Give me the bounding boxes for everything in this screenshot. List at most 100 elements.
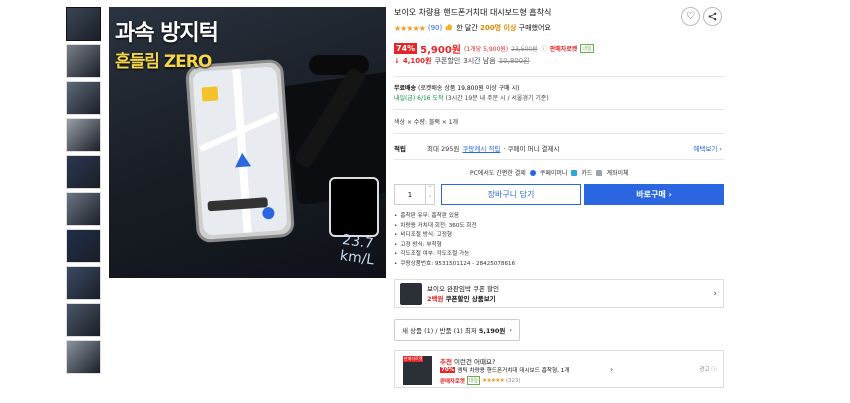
recommend-card[interactable]: 판매자로켓 추천 이런건 어때요? 70% 엠틱 차량용 핸드폰거치대 대시보드… <box>394 350 724 388</box>
decrease-quantity-button[interactable]: ˅ <box>426 195 434 205</box>
discount-badge: 74% <box>394 43 418 54</box>
coupon-card-text: 보이오 완판임박 쿠폰 할인 2백원 쿠폰할인 상품보기 <box>427 284 499 304</box>
quantity-value[interactable]: 1 <box>395 191 425 199</box>
thumbnail-10[interactable] <box>66 340 101 374</box>
card-icon <box>571 169 578 176</box>
benefit-link[interactable]: 혜택보기 › <box>693 143 722 153</box>
thumbnail-image <box>67 45 100 77</box>
ad-label[interactable]: 광고 ⓘ <box>699 365 717 373</box>
thumbnail-image <box>67 119 100 151</box>
coupon-row: ↓ 4,100원 쿠폰할인 3시간 남음 10,800원 <box>394 56 530 66</box>
coupon-amount: 2백원 <box>427 294 444 303</box>
warning-icon <box>201 86 219 102</box>
cash-reward-link[interactable]: 쿠팡캐시 적립 <box>462 143 500 153</box>
payment-option-card[interactable]: 카드 <box>581 168 592 177</box>
thumbnail-image <box>67 193 100 225</box>
thumbnail-1[interactable] <box>66 7 101 41</box>
coupon-product-image <box>400 282 422 305</box>
thumbnail-6[interactable] <box>66 192 101 226</box>
coupon-card-title: 보이오 완판임박 쿠폰 할인 <box>427 284 499 293</box>
purchase-count-note: 한 달간 200명 이상 구매했어요 <box>456 23 551 33</box>
coupay-icon <box>529 169 536 176</box>
recommend-delivery-tag: 내일 <box>466 376 481 385</box>
arrival-date: 내일(금) 6/16 도착 <box>394 95 444 102</box>
hero-subheadline: 흔들림 ZERO <box>115 52 212 72</box>
divider <box>394 133 724 134</box>
arrival-note: (3시간 19분 내 주문 시 / 서울경기 기준) <box>445 95 549 102</box>
spec-item: 비디조절 방식: 고정형 <box>394 231 515 241</box>
thumbnail-image <box>67 230 100 262</box>
recommend-review-count: (323) <box>505 377 521 384</box>
thumbnail-image <box>67 341 100 373</box>
speed-display: 23.7 km/L <box>338 232 376 269</box>
spec-list: 흡착판 유무: 흡착판 있음차량용 거치대 회전: 360도 회전비디조절 방식… <box>394 212 515 270</box>
info-icon[interactable]: ⓘ <box>541 44 547 53</box>
main-product-image: 과속 방지턱 흔들림 ZERO 23.7 km/L <box>109 7 386 278</box>
thumbnail-2[interactable] <box>66 44 101 78</box>
add-to-cart-button[interactable]: 장바구니 담기 <box>441 184 581 205</box>
new-used-button[interactable]: 새 상품 (1) / 반품 (1) 최저 5,190원 › <box>394 319 521 341</box>
shipping-condition: (로켓배송 상품 19,800원 이상 구매 시) <box>418 85 520 92</box>
thumbnail-8[interactable] <box>66 266 101 300</box>
title-actions: ♡ <box>681 7 722 26</box>
price-row: 74% 5,900원 (1개당 5,900원) 23,500원 ⓘ 판매자로켓 … <box>394 41 594 56</box>
thumbnail-strip <box>66 7 101 377</box>
recommend-label: 추천 <box>440 358 452 366</box>
heart-icon[interactable]: ♡ <box>681 7 700 26</box>
phone-illustration <box>184 58 296 244</box>
share-icon[interactable] <box>703 7 722 26</box>
thumbnail-3[interactable] <box>66 81 101 115</box>
shipping-info: 무료배송 (로켓배송 상품 19,800원 이상 구매 시) <box>394 83 519 92</box>
buy-note-count: 200명 이상 <box>480 24 517 32</box>
recommend-stars: ★★★★★ <box>482 377 505 384</box>
stepper-buttons: ˄ ˅ <box>425 185 434 204</box>
hero-headline: 과속 방지턱 <box>115 21 219 46</box>
thumbnail-4[interactable] <box>66 118 101 152</box>
chevron-right-icon: › <box>509 326 513 334</box>
unit-price: (1개당 5,900원) <box>464 46 509 53</box>
original-price: 23,500원 <box>511 46 538 53</box>
coupon-time-left: 3시간 남음 <box>463 57 496 65</box>
rating-stars[interactable]: ★★★★★ <box>394 24 426 33</box>
recommend-meta: 판매자로켓 내일 ★★★★★ (323) <box>440 376 520 385</box>
spec-item: 차량용 거치대 회전: 360도 회전 <box>394 222 515 232</box>
selected-options: 색상 × 수량: 블랙 × 1개 <box>394 119 459 126</box>
payment-option-coupay[interactable]: 쿠페이머니 <box>540 168 568 177</box>
divider <box>394 109 724 110</box>
map-bar <box>207 197 268 212</box>
thumbnail-7[interactable] <box>66 229 101 263</box>
payment-row: PC에서도 간편한 결제 쿠페이머니 카드 계좌이체 <box>470 168 629 177</box>
increase-quantity-button[interactable]: ˄ <box>426 185 434 195</box>
buy-note-prefix: 한 달간 <box>456 24 478 32</box>
thumbnail-9[interactable] <box>66 303 101 337</box>
chevron-right-icon[interactable]: › <box>610 365 613 374</box>
points-label: 적립 <box>394 145 406 153</box>
coupon-price: 4,100원 <box>402 57 432 65</box>
spec-item: 흡착판 유무: 흡착판 있음 <box>394 212 515 222</box>
payment-option-bank[interactable]: 계좌이체 <box>606 168 628 177</box>
rocket-delivery-badge: 판매자로켓 <box>549 46 578 53</box>
shipping-label: 무료배송 <box>394 85 417 92</box>
recommend-product-name[interactable]: 엠틱 차량용 핸드폰거치대 대시보드 흡착형, 1개 <box>457 366 569 374</box>
review-count[interactable]: (90) <box>428 24 442 32</box>
spec-item: 각도조절 여부: 각도조절 가능 <box>394 250 515 260</box>
arrival-info: 내일(금) 6/16 도착 (3시간 19분 내 주문 시 / 서울경기 기준) <box>394 93 549 102</box>
recommend-question: 이런건 어때요? <box>454 358 496 366</box>
rating-row: ★★★★★ (90) 한 달간 200명 이상 구매했어요 <box>394 23 551 33</box>
recommend-title: 추천 이런건 어때요? <box>440 356 495 366</box>
points-tail: · 쿠페이 머니 결제시 <box>503 145 560 153</box>
recommend-product-image: 판매자로켓 <box>403 356 432 385</box>
recommend-discount-badge: 70% <box>440 367 456 373</box>
coupon-card[interactable]: 보이오 완판임박 쿠폰 할인 2백원 쿠폰할인 상품보기 › <box>394 279 724 308</box>
thumbnail-5[interactable] <box>66 155 101 189</box>
payment-prefix: PC에서도 간편한 결제 <box>470 170 526 177</box>
quantity-stepper[interactable]: 1 ˄ ˅ <box>394 184 435 205</box>
new-used-text: 새 상품 (1) / 반품 (1) 최저 <box>402 327 477 335</box>
buy-now-button[interactable]: 바로구매 › <box>584 184 724 205</box>
map-screen <box>192 66 288 236</box>
map-location-dot <box>262 206 275 220</box>
thumbs-up-icon <box>445 23 453 33</box>
chevron-right-icon: › <box>713 288 717 299</box>
thumbnail-image <box>67 267 100 299</box>
points-value: 최대 295원 <box>427 145 460 153</box>
